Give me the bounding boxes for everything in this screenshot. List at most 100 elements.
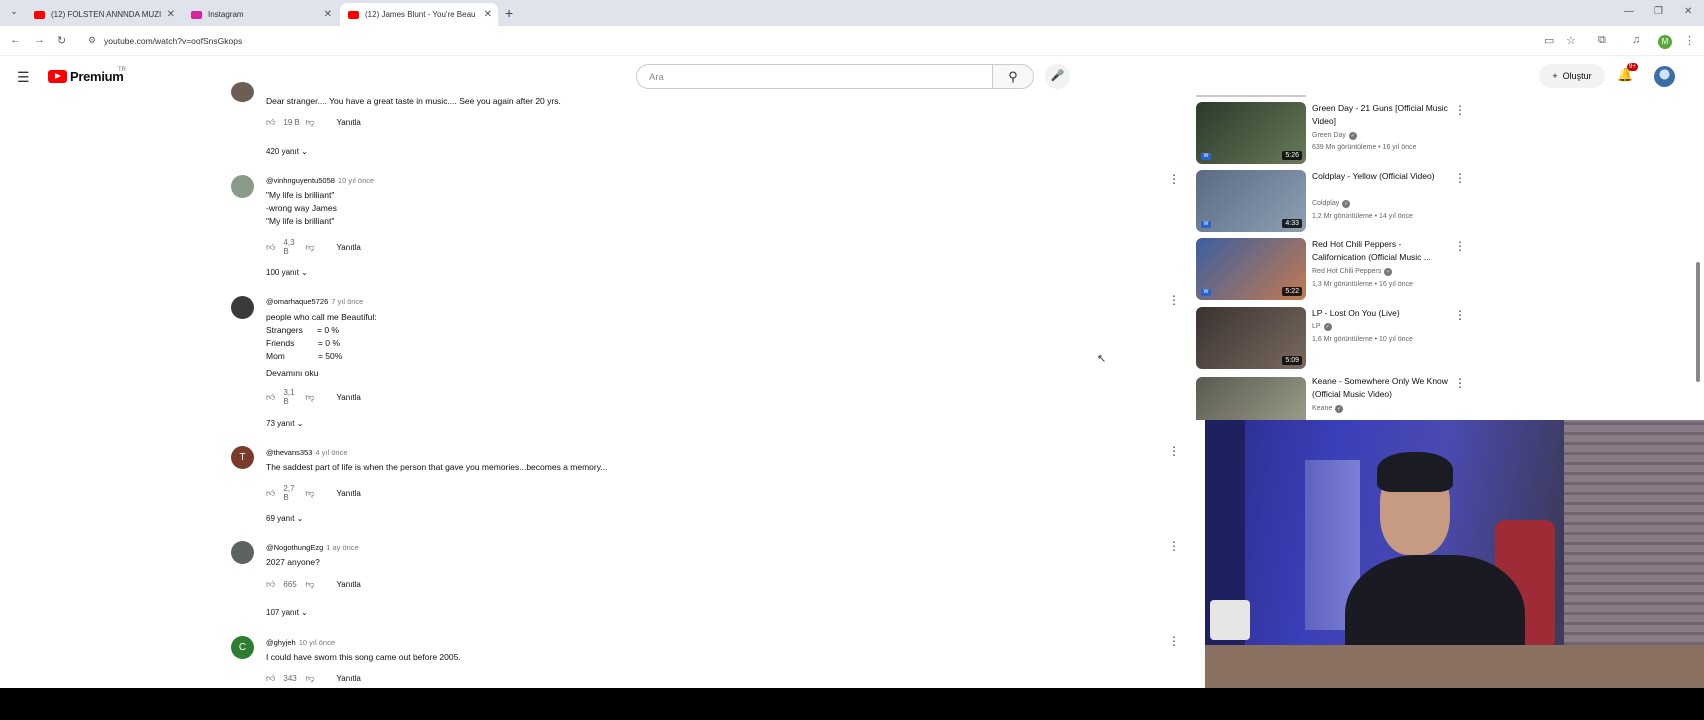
channel-name[interactable]: Green Day ✓: [1312, 132, 1357, 140]
thumbs-down-icon[interactable]: 👎︎: [305, 673, 314, 684]
channel-name-text[interactable]: Green Day: [1312, 132, 1346, 139]
reply-button[interactable]: Yanıtla: [337, 674, 361, 683]
tab-search-icon[interactable]: ⌄: [6, 6, 22, 20]
browser-profile-avatar[interactable]: M: [1658, 35, 1672, 49]
forward-icon[interactable]: →: [34, 34, 45, 46]
browser-menu-icon[interactable]: ⋮: [1684, 34, 1695, 47]
video-more-icon[interactable]: ⋮: [1454, 103, 1466, 117]
video-more-icon[interactable]: ⋮: [1454, 171, 1466, 185]
thumbs-down-icon[interactable]: 👎︎: [305, 392, 314, 403]
channel-name[interactable]: LP ✓: [1312, 323, 1332, 331]
comment-avatar[interactable]: C: [231, 636, 254, 659]
comment-more-icon[interactable]: ⋮: [1168, 293, 1180, 307]
comment-author[interactable]: @omarhaque5726 7 yıl önce: [266, 297, 363, 306]
media-icon[interactable]: ♫: [1632, 34, 1640, 46]
comment-more-icon[interactable]: ⋮: [1168, 172, 1180, 186]
voice-search-button[interactable]: 🎤: [1045, 64, 1070, 89]
close-icon[interactable]: ✕: [484, 9, 492, 20]
minimize-icon[interactable]: —: [1624, 6, 1634, 17]
close-icon[interactable]: ✕: [167, 9, 175, 20]
replies-toggle[interactable]: 73 yanıt ⌄: [266, 419, 303, 428]
youtube-logo-text[interactable]: Premium: [70, 69, 124, 84]
channel-name-text[interactable]: LP: [1312, 323, 1321, 330]
browser-tab-2[interactable]: Instagram ✕: [183, 3, 338, 26]
comment-author[interactable]: @vinhnguyentu5058 10 yıl önce: [266, 176, 374, 185]
create-button[interactable]: + Oluştur: [1539, 64, 1605, 88]
video-more-icon[interactable]: ⋮: [1454, 308, 1466, 322]
comment-author-handle[interactable]: @thevans353: [266, 448, 312, 457]
channel-name-text[interactable]: Keane: [1312, 405, 1332, 412]
reply-button[interactable]: Yanıtla: [337, 393, 361, 402]
video-title[interactable]: Coldplay - Yellow (Official Video): [1312, 170, 1452, 183]
comment-author-handle[interactable]: @vinhnguyentu5058: [266, 176, 335, 185]
reply-button[interactable]: Yanıtla: [337, 118, 361, 127]
thumbs-up-icon[interactable]: 👍︎: [266, 392, 275, 403]
comment-author[interactable]: @NogothungEzg 1 ay önce: [266, 543, 359, 552]
comment-avatar[interactable]: [231, 175, 254, 198]
page-scrollbar[interactable]: [1696, 262, 1700, 382]
replies-toggle[interactable]: 100 yanıt ⌄: [266, 268, 308, 277]
reply-button[interactable]: Yanıtla: [337, 489, 361, 498]
comment-time[interactable]: 10 yıl önce: [338, 176, 374, 185]
video-more-icon[interactable]: ⋮: [1454, 376, 1466, 390]
new-tab-icon[interactable]: +: [505, 5, 513, 21]
bookmark-star-icon[interactable]: ☆: [1566, 34, 1576, 47]
comment-avatar[interactable]: [231, 541, 254, 564]
comment-author-handle[interactable]: @omarhaque5726: [266, 297, 328, 306]
extensions-icon[interactable]: ⧉: [1598, 34, 1606, 47]
video-more-icon[interactable]: ⋮: [1454, 239, 1466, 253]
reload-icon[interactable]: ↻: [57, 34, 66, 47]
omnibox[interactable]: ⚙ youtube.com/watch?v=oofSnsGkops: [82, 31, 1542, 51]
video-title[interactable]: Green Day - 21 Guns [Official Music Vide…: [1312, 102, 1452, 128]
comment-more-icon[interactable]: ⋮: [1168, 634, 1180, 648]
thumbs-up-icon[interactable]: 👍︎: [266, 488, 275, 499]
cast-icon[interactable]: ▭: [1544, 34, 1554, 47]
close-window-icon[interactable]: ✕: [1684, 6, 1692, 17]
url-text[interactable]: youtube.com/watch?v=oofSnsGkops: [104, 36, 242, 46]
maximize-icon[interactable]: ❐: [1654, 6, 1663, 17]
comment-more-icon[interactable]: ⋮: [1168, 539, 1180, 553]
back-icon[interactable]: ←: [10, 34, 21, 46]
close-icon[interactable]: ✕: [324, 9, 332, 20]
video-title[interactable]: Keane - Somewhere Only We Know (Official…: [1312, 375, 1452, 401]
channel-name[interactable]: Coldplay ✓: [1312, 200, 1351, 208]
account-avatar[interactable]: [1654, 66, 1675, 87]
video-thumbnail[interactable]: [1196, 377, 1306, 420]
comment-avatar[interactable]: [231, 296, 254, 319]
channel-name-text[interactable]: Red Hot Chili Peppers: [1312, 268, 1381, 275]
comment-avatar[interactable]: [231, 82, 254, 102]
video-thumbnail[interactable]: W 5:26: [1196, 102, 1306, 164]
youtube-logo-icon[interactable]: [48, 70, 67, 83]
reply-button[interactable]: Yanıtla: [337, 243, 361, 252]
video-title[interactable]: LP - Lost On You (Live): [1312, 307, 1452, 320]
site-info-icon[interactable]: ⚙: [88, 35, 96, 46]
comment-author-handle[interactable]: @ghyjeh: [266, 638, 296, 647]
thumbs-up-icon[interactable]: 👍︎: [266, 117, 275, 128]
video-thumbnail[interactable]: W 4:33: [1196, 170, 1306, 232]
search-button[interactable]: ⚲: [992, 64, 1034, 89]
thumbs-down-icon[interactable]: 👎︎: [305, 579, 314, 590]
comment-time[interactable]: 10 yıl önce: [299, 638, 335, 647]
video-thumbnail[interactable]: 5:09: [1196, 307, 1306, 369]
replies-toggle[interactable]: 69 yanıt ⌄: [266, 514, 303, 523]
comment-time[interactable]: 7 yıl önce: [331, 297, 363, 306]
comment-avatar[interactable]: T: [231, 446, 254, 469]
browser-tab-1[interactable]: (12) FOLSTEN ANNNDA MUZI... ✕: [26, 3, 181, 26]
thumbs-up-icon[interactable]: 👍︎: [266, 579, 275, 590]
hamburger-menu-icon[interactable]: ☰: [17, 69, 30, 86]
video-title[interactable]: Red Hot Chili Peppers - Californication …: [1312, 238, 1452, 264]
comment-author-handle[interactable]: @NogothungEzg: [266, 543, 323, 552]
replies-toggle[interactable]: 420 yanıt ⌄: [266, 147, 308, 156]
channel-name-text[interactable]: Coldplay: [1312, 200, 1339, 207]
comment-author[interactable]: @thevans353 4 yıl önce: [266, 448, 348, 457]
search-input[interactable]: Ara: [636, 64, 992, 89]
thumbs-up-icon[interactable]: 👍︎: [266, 242, 275, 253]
channel-name[interactable]: Red Hot Chili Peppers ✓: [1312, 268, 1393, 276]
thumbs-down-icon[interactable]: 👎︎: [305, 488, 314, 499]
channel-name[interactable]: Keane ✓: [1312, 405, 1344, 413]
comment-time[interactable]: 1 ay önce: [326, 543, 359, 552]
thumbs-down-icon[interactable]: 👎︎: [305, 242, 314, 253]
comment-time[interactable]: 4 yıl önce: [315, 448, 347, 457]
browser-tab-3[interactable]: (12) James Blunt - You're Beau... ✕: [340, 3, 498, 26]
read-more-link[interactable]: Devamını oku: [266, 368, 318, 378]
